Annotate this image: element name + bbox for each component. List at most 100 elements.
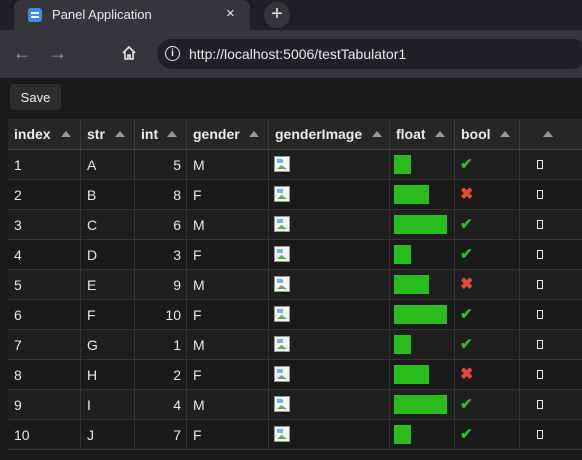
cell-int[interactable]: 1 bbox=[135, 330, 187, 359]
cell-int[interactable]: 2 bbox=[135, 360, 187, 389]
cell-int[interactable]: 9 bbox=[135, 270, 187, 299]
cell-actions[interactable] bbox=[520, 360, 582, 389]
cell-actions[interactable] bbox=[520, 150, 582, 179]
sort-arrow-icon[interactable] bbox=[500, 131, 510, 137]
cell-gender[interactable]: M bbox=[187, 150, 269, 179]
cell-float[interactable] bbox=[390, 240, 455, 269]
cell-index[interactable]: 9 bbox=[8, 390, 81, 419]
cell-float[interactable] bbox=[390, 270, 455, 299]
cell-genderimage[interactable] bbox=[269, 180, 390, 209]
cell-actions[interactable] bbox=[520, 390, 582, 419]
address-bar[interactable]: i http://localhost:5006/testTabulator1 bbox=[157, 39, 582, 69]
cell-bool[interactable]: ✔ bbox=[455, 330, 520, 359]
missing-glyph-icon[interactable] bbox=[537, 370, 543, 379]
table-row[interactable]: 5 E 9 M ✖ bbox=[8, 270, 582, 300]
cell-index[interactable]: 3 bbox=[8, 210, 81, 239]
new-tab-button[interactable]: + bbox=[264, 2, 290, 28]
missing-glyph-icon[interactable] bbox=[537, 400, 543, 409]
missing-glyph-icon[interactable] bbox=[537, 280, 543, 289]
table-row[interactable]: 4 D 3 F ✔ bbox=[8, 240, 582, 270]
cell-gender[interactable]: M bbox=[187, 390, 269, 419]
table-row[interactable]: 2 B 8 F ✖ bbox=[8, 180, 582, 210]
cell-str[interactable]: A bbox=[81, 150, 135, 179]
cell-int[interactable]: 6 bbox=[135, 210, 187, 239]
cell-gender[interactable]: M bbox=[187, 270, 269, 299]
cell-int[interactable]: 4 bbox=[135, 390, 187, 419]
column-header-index[interactable]: index bbox=[8, 119, 81, 149]
cell-gender[interactable]: F bbox=[187, 360, 269, 389]
cell-genderimage[interactable] bbox=[269, 270, 390, 299]
cell-bool[interactable]: ✔ bbox=[455, 210, 520, 239]
cell-bool[interactable]: ✔ bbox=[455, 420, 520, 449]
table-row[interactable]: 7 G 1 M ✔ bbox=[8, 330, 582, 360]
cell-gender[interactable]: F bbox=[187, 420, 269, 449]
cell-genderimage[interactable] bbox=[269, 360, 390, 389]
cell-genderimage[interactable] bbox=[269, 150, 390, 179]
cell-str[interactable]: G bbox=[81, 330, 135, 359]
cell-int[interactable]: 5 bbox=[135, 150, 187, 179]
cell-genderimage[interactable] bbox=[269, 420, 390, 449]
cell-actions[interactable] bbox=[520, 240, 582, 269]
table-row[interactable]: 9 I 4 M ✔ bbox=[8, 390, 582, 420]
cell-index[interactable]: 6 bbox=[8, 300, 81, 329]
cell-int[interactable]: 7 bbox=[135, 420, 187, 449]
cell-actions[interactable] bbox=[520, 270, 582, 299]
cell-index[interactable]: 4 bbox=[8, 240, 81, 269]
cell-gender[interactable]: F bbox=[187, 240, 269, 269]
browser-tab[interactable]: Panel Application × bbox=[14, 0, 250, 30]
cell-actions[interactable] bbox=[520, 420, 582, 449]
cell-float[interactable] bbox=[390, 330, 455, 359]
cell-index[interactable]: 8 bbox=[8, 360, 81, 389]
cell-str[interactable]: F bbox=[81, 300, 135, 329]
info-icon[interactable]: i bbox=[165, 46, 180, 61]
column-header-str[interactable]: str bbox=[81, 119, 135, 149]
cell-float[interactable] bbox=[390, 390, 455, 419]
tab-close-icon[interactable]: × bbox=[226, 5, 235, 22]
cell-gender[interactable]: F bbox=[187, 180, 269, 209]
cell-gender[interactable]: M bbox=[187, 330, 269, 359]
cell-genderimage[interactable] bbox=[269, 210, 390, 239]
cell-bool[interactable]: ✖ bbox=[455, 360, 520, 389]
column-header-float[interactable]: float bbox=[390, 119, 455, 149]
home-icon[interactable] bbox=[119, 43, 139, 63]
cell-float[interactable] bbox=[390, 360, 455, 389]
missing-glyph-icon[interactable] bbox=[537, 220, 543, 229]
cell-float[interactable] bbox=[390, 300, 455, 329]
table-row[interactable]: 10 J 7 F ✔ bbox=[8, 420, 582, 450]
cell-index[interactable]: 10 bbox=[8, 420, 81, 449]
cell-bool[interactable]: ✔ bbox=[455, 240, 520, 269]
cell-genderimage[interactable] bbox=[269, 240, 390, 269]
column-header-genderimage[interactable]: genderImage bbox=[269, 119, 390, 149]
sort-arrow-icon[interactable] bbox=[167, 131, 177, 137]
cell-gender[interactable]: M bbox=[187, 210, 269, 239]
sort-arrow-icon[interactable] bbox=[115, 131, 125, 137]
cell-str[interactable]: C bbox=[81, 210, 135, 239]
cell-bool[interactable]: ✔ bbox=[455, 300, 520, 329]
missing-glyph-icon[interactable] bbox=[537, 430, 543, 439]
sort-arrow-icon[interactable] bbox=[435, 131, 445, 137]
cell-index[interactable]: 2 bbox=[8, 180, 81, 209]
sort-arrow-icon[interactable] bbox=[543, 131, 553, 137]
cell-str[interactable]: I bbox=[81, 390, 135, 419]
cell-int[interactable]: 3 bbox=[135, 240, 187, 269]
missing-glyph-icon[interactable] bbox=[537, 310, 543, 319]
column-header-int[interactable]: int bbox=[135, 119, 187, 149]
cell-float[interactable] bbox=[390, 150, 455, 179]
missing-glyph-icon[interactable] bbox=[537, 340, 543, 349]
cell-actions[interactable] bbox=[520, 180, 582, 209]
cell-str[interactable]: B bbox=[81, 180, 135, 209]
column-header-actions[interactable] bbox=[520, 119, 582, 149]
cell-genderimage[interactable] bbox=[269, 300, 390, 329]
table-row[interactable]: 8 H 2 F ✖ bbox=[8, 360, 582, 390]
cell-actions[interactable] bbox=[520, 300, 582, 329]
missing-glyph-icon[interactable] bbox=[537, 160, 543, 169]
cell-bool[interactable]: ✔ bbox=[455, 390, 520, 419]
missing-glyph-icon[interactable] bbox=[537, 250, 543, 259]
back-arrow-icon[interactable]: ← bbox=[12, 43, 32, 63]
cell-str[interactable]: E bbox=[81, 270, 135, 299]
cell-index[interactable]: 5 bbox=[8, 270, 81, 299]
cell-int[interactable]: 8 bbox=[135, 180, 187, 209]
table-row[interactable]: 6 F 10 F ✔ bbox=[8, 300, 582, 330]
cell-genderimage[interactable] bbox=[269, 330, 390, 359]
cell-actions[interactable] bbox=[520, 330, 582, 359]
